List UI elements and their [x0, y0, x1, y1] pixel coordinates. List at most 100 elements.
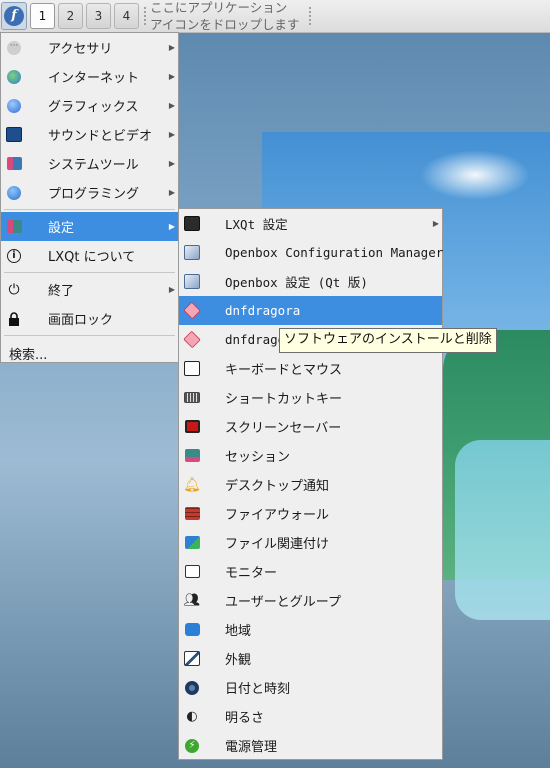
file-association-icon [184, 535, 200, 551]
submenu-item-appearance[interactable]: 外観 [179, 644, 442, 673]
menu-item-lock-screen[interactable]: 画面ロック [1, 304, 178, 333]
menu-separator [4, 272, 175, 273]
menu-item-label: システムツール [48, 158, 139, 173]
submenu-item-shortcut-keys[interactable]: ショートカットキー [179, 383, 442, 412]
top-panel: f 1 2 3 4 ここにアプリケーション アイコンをドロップします [0, 0, 550, 33]
menu-item-label: 電源管理 [225, 740, 278, 755]
appearance-icon [184, 651, 200, 667]
system-tools-icon [6, 156, 22, 172]
menu-item-label: 画面ロック [48, 313, 114, 328]
menu-item-label: セッション [225, 450, 291, 465]
lxqt-settings-icon [184, 216, 200, 232]
power-icon: ⏻ [8, 281, 20, 298]
submenu-arrow-icon: ▶ [168, 130, 175, 139]
submenu-item-brightness[interactable]: ◐ 明るさ [179, 702, 442, 731]
locale-icon [184, 622, 200, 638]
desktop-switch-4[interactable]: 4 [114, 3, 139, 29]
submenu-item-firewall[interactable]: ファイアウォール [179, 499, 442, 528]
settings-icon [6, 219, 22, 235]
submenu-item-file-associations[interactable]: ファイル関連付け [179, 528, 442, 557]
menu-item-settings[interactable]: 設定 ▶ [1, 212, 178, 241]
bell-icon: 🔔︎ [183, 476, 201, 493]
menu-item-system-tools[interactable]: システムツール ▶ [1, 149, 178, 178]
menu-item-label: 設定 [48, 221, 75, 236]
submenu-item-lxqt-settings[interactable]: LXQt 設定 ▶ [179, 209, 442, 238]
menu-item-leave[interactable]: ⏻ 終了 ▶ [1, 275, 178, 304]
menu-item-label: 明るさ [225, 711, 265, 726]
menu-search-field[interactable]: 検索... [1, 338, 178, 369]
main-menu: ··· アクセサリ ▶ インターネット ▶ グラフィックス ▶ サウンドとビデオ… [0, 32, 179, 363]
menu-item-label: 日付と時刻 [225, 682, 291, 697]
menu-item-label: インターネット [48, 71, 140, 86]
desktop-switch-3[interactable]: 3 [86, 3, 111, 29]
menu-item-label: ファイアウォール [225, 508, 330, 523]
submenu-arrow-icon: ▶ [168, 72, 175, 81]
menu-item-label: 外観 [225, 653, 252, 668]
wallpaper-cloud [420, 150, 530, 200]
menu-item-label: ファイル関連付け [225, 537, 330, 552]
users-icon: 👥︎ [183, 593, 201, 608]
submenu-arrow-icon: ▶ [168, 101, 175, 110]
monitor-icon [184, 564, 200, 580]
brightness-icon: ◐ [186, 709, 198, 724]
settings-submenu: LXQt 設定 ▶ Openbox Configuration Manager … [178, 208, 443, 760]
menu-item-label: Openbox Configuration Manager [225, 245, 444, 260]
graphics-icon [6, 98, 22, 114]
menu-item-accessories[interactable]: ··· アクセサリ ▶ [1, 33, 178, 62]
menu-item-about-lxqt[interactable]: i LXQt について [1, 241, 178, 270]
submenu-arrow-icon: ▶ [432, 219, 439, 228]
menu-separator [4, 335, 175, 336]
globe-icon [6, 69, 22, 85]
accessories-icon: ··· [6, 40, 22, 56]
submenu-item-openbox-qt[interactable]: Openbox 設定 (Qt 版) [179, 267, 442, 296]
menu-item-label: スクリーンセーバー [225, 421, 342, 436]
main-menu-button[interactable]: f [1, 2, 27, 30]
firewall-icon [184, 506, 200, 522]
submenu-item-locale[interactable]: 地域 [179, 615, 442, 644]
submenu-arrow-icon: ▶ [168, 159, 175, 168]
lock-icon [6, 311, 22, 327]
menu-item-label: キーボードとマウス [225, 363, 343, 378]
submenu-item-openbox-config-manager[interactable]: Openbox Configuration Manager [179, 238, 444, 267]
submenu-item-monitor[interactable]: モニター [179, 557, 442, 586]
submenu-arrow-icon: ▶ [168, 222, 175, 231]
wallpaper-cyan-shape [455, 440, 550, 620]
session-icon [184, 448, 200, 464]
fedora-logo-icon: f [4, 6, 24, 26]
menu-item-graphics[interactable]: グラフィックス ▶ [1, 91, 178, 120]
submenu-item-date-time[interactable]: 日付と時刻 [179, 673, 442, 702]
quicklaunch-drop-area[interactable]: ここにアプリケーション アイコンをドロップします [150, 0, 310, 33]
submenu-item-screensaver[interactable]: スクリーンセーバー [179, 412, 442, 441]
screensaver-icon [184, 419, 200, 435]
dnfdragora-icon [183, 301, 201, 320]
openbox-qt-icon [184, 274, 200, 290]
menu-item-label: LXQt 設定 [225, 217, 288, 232]
menu-item-label: 終了 [48, 284, 75, 299]
programming-icon [6, 185, 22, 201]
menu-item-programming[interactable]: プログラミング ▶ [1, 178, 178, 207]
panel-grip-handle[interactable] [143, 6, 147, 26]
submenu-item-dnfdragora[interactable]: dnfdragora [179, 296, 442, 325]
menu-item-label: プログラミング [48, 187, 140, 202]
submenu-item-keyboard-mouse[interactable]: キーボードとマウス [179, 354, 442, 383]
desktop-switch-1[interactable]: 1 [30, 3, 55, 29]
submenu-arrow-icon: ▶ [168, 285, 175, 294]
clock-icon [184, 680, 200, 696]
panel-grip-handle-2[interactable] [308, 6, 312, 26]
submenu-item-desktop-notifications[interactable]: 🔔︎ デスクトップ通知 [179, 470, 442, 499]
submenu-arrow-icon: ▶ [168, 43, 175, 52]
menu-item-label: ショートカットキー [225, 392, 343, 407]
submenu-item-users-groups[interactable]: 👥︎ ユーザーとグループ [179, 586, 442, 615]
power-management-icon: ⚡︎ [184, 738, 200, 754]
tooltip: ソフトウェアのインストールと削除 [279, 328, 497, 353]
menu-item-internet[interactable]: インターネット ▶ [1, 62, 178, 91]
menu-item-label: モニター [225, 566, 278, 581]
quicklaunch-hint-line2: アイコンをドロップします [150, 17, 300, 32]
quicklaunch-hint-line1: ここにアプリケーション [150, 0, 288, 15]
menu-item-label: 地域 [225, 624, 252, 639]
menu-item-sound-video[interactable]: サウンドとビデオ ▶ [1, 120, 178, 149]
desktop-switch-2[interactable]: 2 [58, 3, 83, 29]
dnfdragora-updater-icon [183, 330, 201, 349]
submenu-item-power-management[interactable]: ⚡︎ 電源管理 [179, 731, 442, 760]
submenu-item-session[interactable]: セッション [179, 441, 442, 470]
